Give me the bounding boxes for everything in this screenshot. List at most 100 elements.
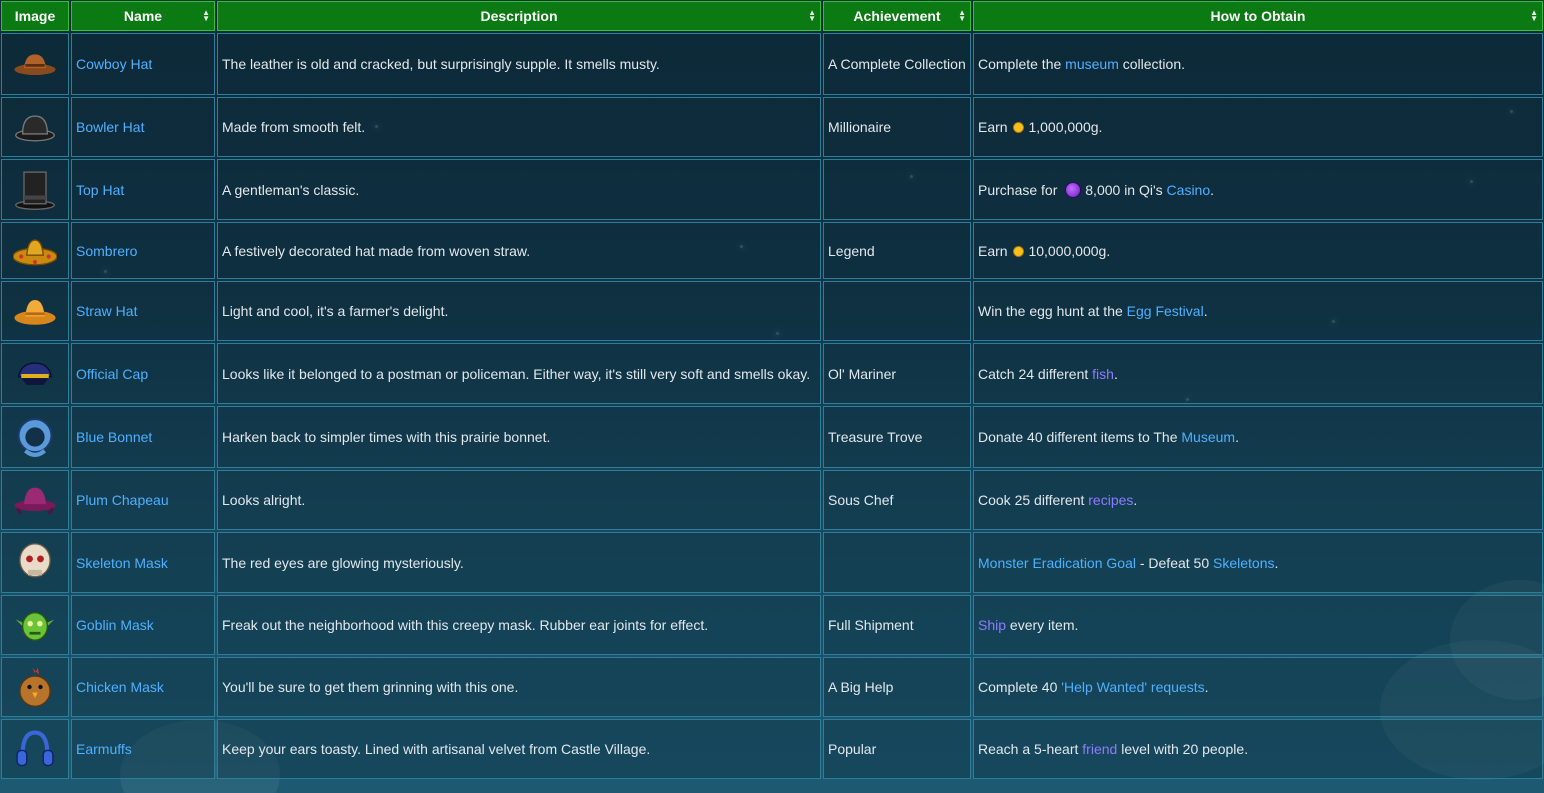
item-link-cowboy-hat[interactable]: Cowboy Hat <box>76 56 152 72</box>
item-link-blue-bonnet[interactable]: Blue Bonnet <box>76 429 152 445</box>
cell-description: You'll be sure to get them grinning with… <box>217 657 821 717</box>
table-row: Top Hat A gentleman's classic. Purchase fo… <box>1 159 1543 220</box>
table-row: Earmuffs Keep your ears toasty. Lined wit… <box>1 719 1543 779</box>
earmuffs-icon[interactable] <box>13 727 57 771</box>
cell-description: The leather is old and cracked, but surp… <box>217 33 821 95</box>
cell-image <box>1 532 69 593</box>
item-link-straw-hat[interactable]: Straw Hat <box>76 303 137 319</box>
bowler-hat-icon[interactable] <box>13 105 57 149</box>
obtain-link-recipes[interactable]: recipes <box>1088 492 1133 508</box>
cell-how-to-obtain: Complete 40 'Help Wanted' requests. <box>973 657 1543 717</box>
table-row: Goblin Mask Freak out the neighborhood wi… <box>1 595 1543 655</box>
item-link-bowler-hat[interactable]: Bowler Hat <box>76 119 144 135</box>
table-row: Plum Chapeau Looks alright. Sous Chef Cook … <box>1 470 1543 530</box>
plum-chapeau-icon[interactable] <box>13 478 57 522</box>
obtain-link-skeletons[interactable]: Skeletons <box>1213 555 1274 571</box>
obtain-link-monster-eradication-goal[interactable]: Monster Eradication Goal <box>978 555 1136 571</box>
cell-description: Keep your ears toasty. Lined with artisa… <box>217 719 821 779</box>
cell-name: Cowboy Hat <box>71 33 215 95</box>
cell-name: Straw Hat <box>71 281 215 341</box>
cell-how-to-obtain: Earn 1,000,000g. <box>973 97 1543 157</box>
sombrero-icon[interactable] <box>13 229 57 273</box>
obtain-text: Reach a 5-heart <box>978 741 1083 757</box>
obtain-link-egg-festival[interactable]: Egg Festival <box>1127 303 1204 319</box>
obtain-link-help-wanted-requests[interactable]: 'Help Wanted' requests <box>1061 679 1204 695</box>
item-link-sombrero[interactable]: Sombrero <box>76 243 137 259</box>
sort-icon[interactable]: ▲ ▼ <box>1530 9 1538 23</box>
goblin-mask-icon[interactable] <box>13 603 57 647</box>
cell-achievement <box>823 281 971 341</box>
cell-achievement: A Big Help <box>823 657 971 717</box>
table-row: Bowler Hat Made from smooth felt. Milliona… <box>1 97 1543 157</box>
qi-coin-icon <box>1065 181 1082 198</box>
cell-name: Top Hat <box>71 159 215 220</box>
cell-image <box>1 595 69 655</box>
col-header-achievement[interactable]: Achievement ▲ ▼ <box>823 1 971 31</box>
obtain-link-museum[interactable]: museum <box>1065 56 1119 72</box>
cell-achievement: Treasure Trove <box>823 406 971 468</box>
sort-icon[interactable]: ▲ ▼ <box>958 9 966 23</box>
item-link-skeleton-mask[interactable]: Skeleton Mask <box>76 555 168 571</box>
obtain-text: collection. <box>1118 56 1186 72</box>
cell-how-to-obtain: Catch 24 different fish. <box>973 343 1543 404</box>
top-hat-icon[interactable] <box>13 168 57 212</box>
obtain-text: . <box>1210 181 1215 198</box>
cell-how-to-obtain: Cook 25 different recipes. <box>973 470 1543 530</box>
col-header-name[interactable]: Name ▲ ▼ <box>71 1 215 31</box>
table-row: Straw Hat Light and cool, it's a farmer's… <box>1 281 1543 341</box>
chicken-mask-icon[interactable] <box>13 665 57 709</box>
obtain-link-casino[interactable]: Casino <box>1167 182 1211 198</box>
col-header-description[interactable]: Description ▲ ▼ <box>217 1 821 31</box>
official-cap-icon[interactable] <box>13 352 57 396</box>
skeleton-mask-icon[interactable] <box>13 541 57 585</box>
cell-how-to-obtain: Donate 40 different items to The Museum. <box>973 406 1543 468</box>
obtain-text: every item. <box>1006 617 1079 633</box>
table-row: Sombrero A festively decorated hat made f… <box>1 222 1543 279</box>
cell-name: Earmuffs <box>71 719 215 779</box>
obtain-text: 10,000,000g. <box>1028 242 1111 259</box>
cell-name: Plum Chapeau <box>71 470 215 530</box>
cell-how-to-obtain: Ship every item. <box>973 595 1543 655</box>
item-link-earmuffs[interactable]: Earmuffs <box>76 741 132 757</box>
obtain-link-fish[interactable]: fish <box>1092 366 1114 382</box>
cell-image <box>1 343 69 404</box>
item-link-official-cap[interactable]: Official Cap <box>76 366 148 382</box>
cell-description: Light and cool, it's a farmer's delight. <box>217 281 821 341</box>
blue-bonnet-icon[interactable] <box>13 415 57 459</box>
cell-description: Made from smooth felt. <box>217 97 821 157</box>
obtain-link-museum[interactable]: Museum <box>1181 429 1235 445</box>
cell-name: Skeleton Mask <box>71 532 215 593</box>
obtain-text: Catch 24 different <box>978 365 1093 382</box>
cell-how-to-obtain: Earn 10,000,000g. <box>973 222 1543 279</box>
cell-name: Bowler Hat <box>71 97 215 157</box>
item-link-plum-chapeau[interactable]: Plum Chapeau <box>76 492 169 508</box>
cell-achievement: Popular <box>823 719 971 779</box>
item-link-goblin-mask[interactable]: Goblin Mask <box>76 617 154 633</box>
item-link-chicken-mask[interactable]: Chicken Mask <box>76 679 164 695</box>
cowboy-hat-icon[interactable] <box>13 42 57 86</box>
cell-description: A gentleman's classic. <box>217 159 821 220</box>
item-link-top-hat[interactable]: Top Hat <box>76 182 124 198</box>
col-header-how-to-obtain[interactable]: How to Obtain ▲ ▼ <box>973 1 1543 31</box>
obtain-text: Cook 25 different <box>978 492 1089 508</box>
cell-achievement <box>823 532 971 593</box>
cell-name: Official Cap <box>71 343 215 404</box>
sort-icon[interactable]: ▲ ▼ <box>808 9 816 23</box>
sort-icon[interactable]: ▲ ▼ <box>202 9 210 23</box>
cell-how-to-obtain: Purchase for 8,000 in Qi's Casino. <box>973 159 1543 220</box>
cell-how-to-obtain: Reach a 5-heart friend level with 20 peo… <box>973 719 1543 779</box>
obtain-link-friend[interactable]: friend <box>1082 741 1117 757</box>
obtain-text: Win the egg hunt at the <box>978 303 1127 319</box>
cell-how-to-obtain: Complete the museum collection. <box>973 33 1543 95</box>
cell-description: Looks like it belonged to a postman or p… <box>217 343 821 404</box>
cell-image <box>1 159 69 220</box>
table-row: Skeleton Mask The red eyes are glowing my… <box>1 532 1543 593</box>
obtain-link-ship[interactable]: Ship <box>978 617 1006 633</box>
cell-achievement: A Complete Collection <box>823 33 971 95</box>
cell-achievement <box>823 159 971 220</box>
cell-achievement: Sous Chef <box>823 470 971 530</box>
cell-description: A festively decorated hat made from wove… <box>217 222 821 279</box>
table-row: Official Cap Looks like it belonged to a … <box>1 343 1543 404</box>
cell-description: Freak out the neighborhood with this cre… <box>217 595 821 655</box>
straw-hat-icon[interactable] <box>13 289 57 333</box>
